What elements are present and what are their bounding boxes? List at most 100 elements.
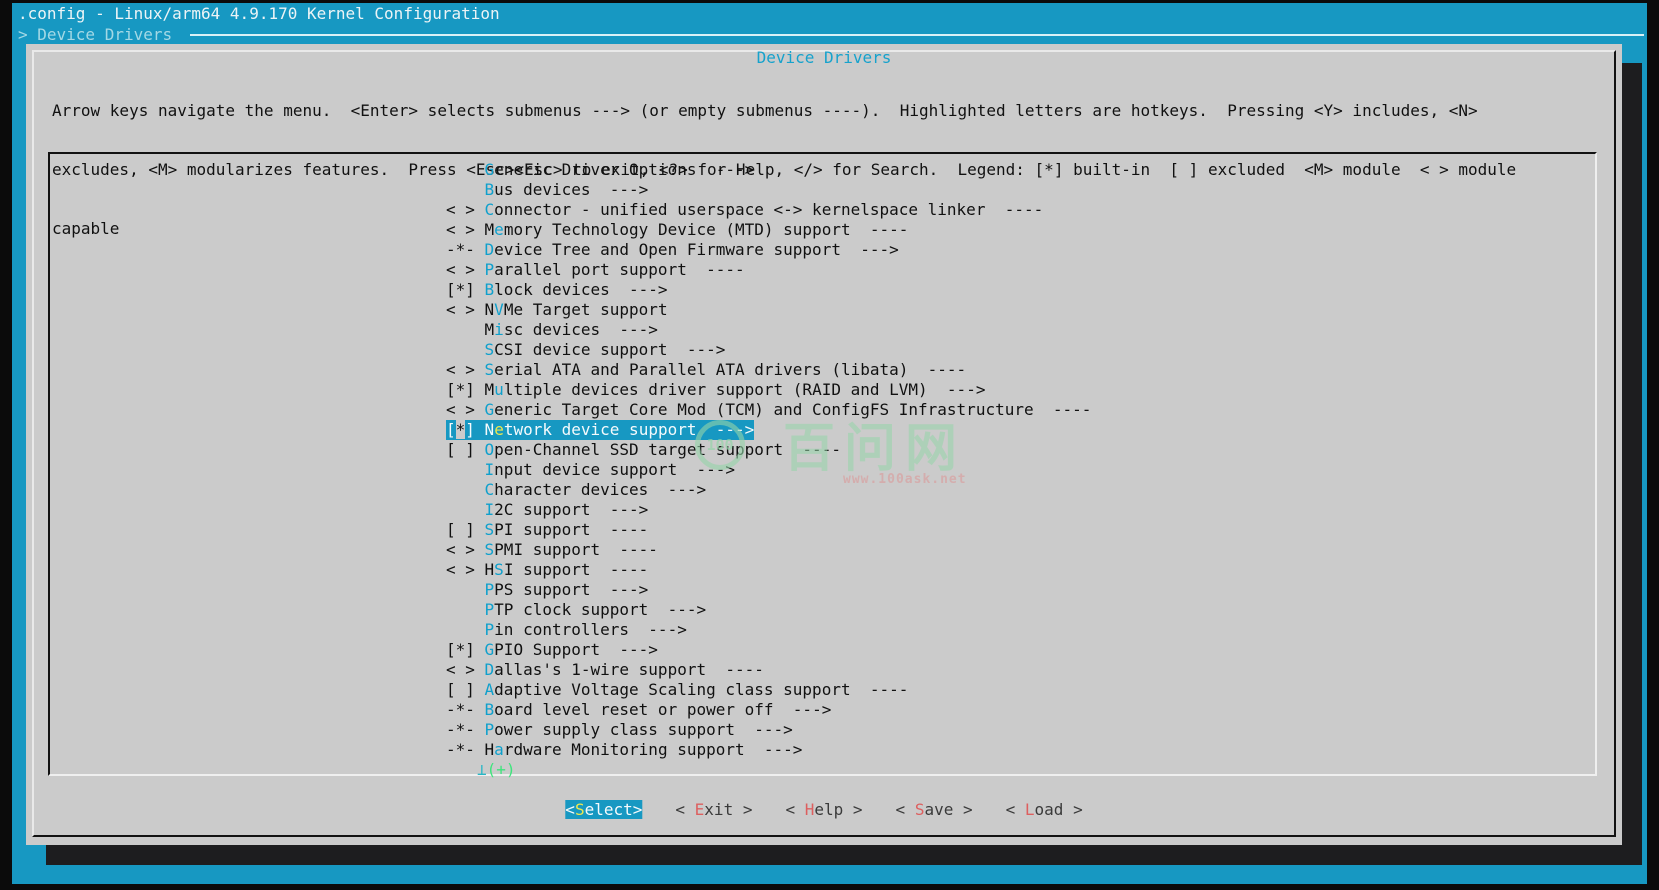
submenu-arrow: ---> bbox=[745, 740, 803, 759]
item-label: ower supply class support bbox=[494, 720, 735, 739]
item-state-prefix: [ ] bbox=[446, 440, 485, 459]
menu-item[interactable]: < > Generic Target Core Mod (TCM) and Co… bbox=[446, 400, 1091, 420]
empty-submenu-dashes: ---- bbox=[600, 540, 658, 559]
menu-item[interactable]: Misc devices ---> bbox=[446, 320, 658, 340]
item-label: TP clock support bbox=[494, 600, 648, 619]
item-state-prefix: < > bbox=[446, 200, 485, 219]
button-bracket: > bbox=[733, 800, 752, 819]
item-state-prefix: [*] bbox=[446, 640, 485, 659]
menu-item[interactable]: [ ] Open-Channel SSD target support ---- bbox=[446, 440, 841, 460]
button-label: elp bbox=[814, 800, 843, 819]
item-hotkey-letter: I bbox=[485, 500, 495, 519]
menu-item[interactable]: -*- Device Tree and Open Firmware suppor… bbox=[446, 240, 899, 260]
menu-item[interactable]: [ ] SPI support ---- bbox=[446, 520, 648, 540]
select-button[interactable]: <Select> bbox=[565, 800, 642, 819]
menu-item[interactable]: PPS support ---> bbox=[446, 580, 648, 600]
item-hotkey-letter: B bbox=[485, 700, 495, 719]
menu-item[interactable]: -*- Hardware Monitoring support ---> bbox=[446, 740, 802, 760]
menu-item[interactable]: Generic Driver Options ---> bbox=[446, 160, 754, 180]
save-button[interactable]: < Save > bbox=[896, 800, 973, 819]
item-label: onnector - unified userspace <-> kernels… bbox=[494, 200, 985, 219]
menu-item[interactable]: < > Memory Technology Device (MTD) suppo… bbox=[446, 220, 908, 240]
item-label: in controllers bbox=[494, 620, 629, 639]
submenu-arrow: ---> bbox=[591, 180, 649, 199]
item-state-prefix: < > bbox=[446, 220, 485, 239]
help-button[interactable]: < Help > bbox=[785, 800, 862, 819]
exit-button[interactable]: < Exit > bbox=[675, 800, 752, 819]
menu-item[interactable]: [*] Block devices ---> bbox=[446, 280, 668, 300]
submenu-arrow: ---> bbox=[774, 700, 832, 719]
item-hotkey-letter: e bbox=[494, 220, 504, 239]
empty-submenu-dashes: ---- bbox=[591, 560, 649, 579]
item-hotkey-letter: P bbox=[485, 600, 495, 619]
menu-item[interactable]: < > Serial ATA and Parallel ATA drivers … bbox=[446, 360, 966, 380]
submenu-arrow: ---> bbox=[610, 280, 668, 299]
menu-item[interactable]: Input device support ---> bbox=[446, 460, 735, 480]
submenu-arrow: ---> bbox=[735, 720, 793, 739]
item-hotkey-letter: P bbox=[485, 580, 495, 599]
submenu-arrow: ---> bbox=[928, 380, 986, 399]
item-state-prefix: -*- bbox=[446, 240, 485, 259]
button-hotkey-letter: S bbox=[575, 800, 585, 819]
submenu-arrow: ---> bbox=[677, 460, 735, 479]
menu-item[interactable]: < > NVMe Target support bbox=[446, 300, 668, 320]
submenu-arrow: ---> bbox=[591, 580, 649, 599]
menu-item[interactable]: < > SPMI support ---- bbox=[446, 540, 658, 560]
item-hotkey-letter: e bbox=[494, 420, 504, 439]
button-label: elect bbox=[585, 800, 633, 819]
menu-item[interactable]: < > HSI support ---- bbox=[446, 560, 648, 580]
menu-item[interactable]: [*] Multiple devices driver support (RAI… bbox=[446, 380, 985, 400]
menu-item[interactable]: Pin controllers ---> bbox=[446, 620, 687, 640]
menu-item[interactable]: SCSI device support ---> bbox=[446, 340, 725, 360]
menu-item[interactable]: < > Parallel port support ---- bbox=[446, 260, 745, 280]
button-label: xit bbox=[704, 800, 733, 819]
item-hotkey-letter: C bbox=[485, 480, 495, 499]
button-bracket: < bbox=[1006, 800, 1025, 819]
item-label: pen-Channel SSD target support bbox=[494, 440, 783, 459]
menu-item[interactable]: PTP clock support ---> bbox=[446, 600, 706, 620]
menu-item[interactable]: Bus devices ---> bbox=[446, 180, 648, 200]
menu-item[interactable]: -*- Board level reset or power off ---> bbox=[446, 700, 831, 720]
item-label: ltiple devices driver support (RAID and … bbox=[504, 380, 928, 399]
item-hotkey-letter: P bbox=[485, 720, 495, 739]
item-label: H bbox=[485, 740, 495, 759]
menu-item-selected[interactable]: [*] Network device support ---> bbox=[446, 420, 754, 440]
item-state-prefix bbox=[446, 500, 485, 519]
menu-item[interactable]: < > Dallas's 1-wire support ---- bbox=[446, 660, 764, 680]
item-label: Me Target support bbox=[504, 300, 668, 319]
item-hotkey-letter: D bbox=[485, 240, 495, 259]
item-hotkey-letter: a bbox=[494, 740, 504, 759]
item-state-prefix: [*] bbox=[446, 380, 485, 399]
button-bracket: > bbox=[633, 800, 643, 819]
menu-item[interactable]: < > Connector - unified userspace <-> ke… bbox=[446, 200, 1043, 220]
button-bracket: > bbox=[953, 800, 972, 819]
menu-item[interactable]: [ ] Adaptive Voltage Scaling class suppo… bbox=[446, 680, 908, 700]
empty-submenu-dashes: ---- bbox=[908, 360, 966, 379]
empty-submenu-dashes: ---- bbox=[591, 520, 649, 539]
breadcrumb-rule bbox=[190, 34, 1644, 36]
button-bracket: < bbox=[675, 800, 694, 819]
menu-item[interactable]: Character devices ---> bbox=[446, 480, 706, 500]
item-hotkey-letter: B bbox=[485, 180, 495, 199]
item-state-prefix: < > bbox=[446, 540, 485, 559]
item-hotkey-letter: B bbox=[485, 280, 495, 299]
empty-submenu-dashes: ---- bbox=[851, 680, 909, 699]
item-state-prefix bbox=[446, 580, 485, 599]
item-hotkey-letter: i bbox=[494, 320, 504, 339]
item-state-prefix bbox=[446, 460, 485, 479]
empty-submenu-dashes: ---- bbox=[1034, 400, 1092, 419]
load-button[interactable]: < Load > bbox=[1006, 800, 1083, 819]
item-label: eneric Driver Options bbox=[494, 160, 696, 179]
item-label: CSI device support bbox=[494, 340, 667, 359]
breadcrumb: > Device Drivers bbox=[18, 25, 172, 45]
button-bracket: < bbox=[896, 800, 915, 819]
empty-submenu-dashes: ---- bbox=[851, 220, 909, 239]
item-hotkey-letter: V bbox=[494, 300, 504, 319]
submenu-arrow: ---> bbox=[591, 500, 649, 519]
menu-item[interactable]: [*] GPIO Support ---> bbox=[446, 640, 658, 660]
item-label: nput device support bbox=[494, 460, 677, 479]
item-hotkey-letter: u bbox=[494, 380, 504, 399]
menu-item[interactable]: I2C support ---> bbox=[446, 500, 648, 520]
menu-item[interactable]: -*- Power supply class support ---> bbox=[446, 720, 793, 740]
button-label: ave bbox=[924, 800, 953, 819]
